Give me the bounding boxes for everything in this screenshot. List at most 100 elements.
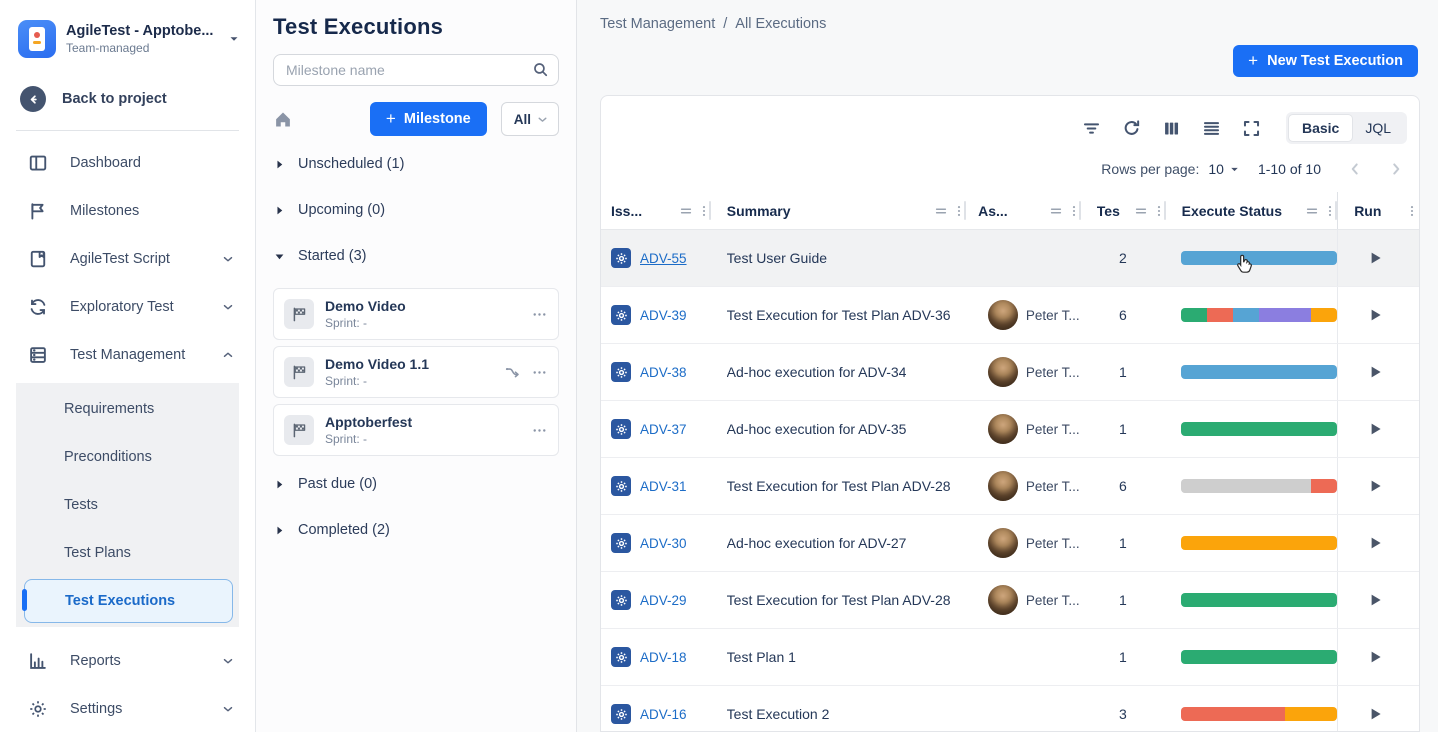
- branch-icon[interactable]: [504, 364, 521, 381]
- sidebar-item-agiletest-script[interactable]: AgileTest Script: [0, 235, 255, 283]
- home-icon[interactable]: [273, 109, 293, 129]
- issue-key-link[interactable]: ADV-29: [640, 593, 687, 608]
- previous-page-icon[interactable]: [1346, 160, 1364, 178]
- column-menu-icon[interactable]: [1067, 204, 1081, 218]
- milestone-card[interactable]: ApptoberfestSprint: -: [273, 404, 559, 456]
- breadcrumb-test-management[interactable]: Test Management: [600, 16, 715, 32]
- column-menu-icon[interactable]: [1323, 204, 1337, 218]
- table-row[interactable]: ADV-38Ad-hoc execution for ADV-34Peter T…: [601, 344, 1419, 401]
- column-filter-icon[interactable]: [934, 204, 948, 218]
- dashboard-icon: [28, 153, 48, 173]
- table-row[interactable]: ADV-16Test Execution 23: [601, 686, 1419, 732]
- column-menu-icon[interactable]: [952, 204, 966, 218]
- sidebar-item-test-executions[interactable]: Test Executions: [16, 577, 239, 625]
- refresh-icon[interactable]: [1122, 119, 1141, 138]
- milestone-card[interactable]: Demo VideoSprint: -: [273, 288, 559, 340]
- column-filter-icon[interactable]: [1134, 204, 1148, 218]
- page-size-dropdown[interactable]: 10: [1208, 161, 1241, 177]
- sidebar-item-milestones[interactable]: Milestones: [0, 187, 255, 235]
- sidebar-item-label: Settings: [70, 701, 221, 717]
- sidebar-item-preconditions[interactable]: Preconditions: [16, 433, 239, 481]
- issue-key-link[interactable]: ADV-39: [640, 308, 687, 323]
- column-filter-icon[interactable]: [1305, 204, 1319, 218]
- view-mode-basic[interactable]: Basic: [1289, 115, 1352, 141]
- run-play-button[interactable]: [1366, 363, 1384, 381]
- column-header-run[interactable]: Run: [1337, 192, 1419, 229]
- view-mode-jql[interactable]: JQL: [1352, 115, 1404, 141]
- issue-key-link[interactable]: ADV-18: [640, 650, 687, 665]
- sidebar-item-dashboard[interactable]: Dashboard: [0, 139, 255, 187]
- column-filter-icon[interactable]: [679, 204, 693, 218]
- filter-icon[interactable]: [1082, 119, 1101, 138]
- column-header-executestatus[interactable]: Execute Status: [1166, 192, 1338, 229]
- run-play-button[interactable]: [1366, 705, 1384, 723]
- column-menu-icon[interactable]: [1405, 204, 1419, 218]
- run-play-button[interactable]: [1366, 420, 1384, 438]
- milestone-search-input[interactable]: [273, 54, 559, 86]
- sidebar-item-reports[interactable]: Reports: [0, 637, 255, 685]
- more-actions-icon[interactable]: [531, 422, 548, 439]
- column-header-summary[interactable]: Summary: [711, 192, 966, 229]
- issue-key-link[interactable]: ADV-38: [640, 365, 687, 380]
- run-play-button[interactable]: [1366, 249, 1384, 267]
- column-filter-icon[interactable]: [1049, 204, 1063, 218]
- run-play-button[interactable]: [1366, 648, 1384, 666]
- row-density-icon[interactable]: [1202, 119, 1221, 138]
- more-actions-icon[interactable]: [531, 306, 548, 323]
- assignee-name: Peter T...: [1026, 365, 1080, 380]
- sidebar-item-exploratory-test[interactable]: Exploratory Test: [0, 283, 255, 331]
- checkered-flag-icon: [284, 299, 314, 329]
- test-execution-type-icon: [611, 476, 631, 496]
- column-menu-icon[interactable]: [1152, 204, 1166, 218]
- column-header-as[interactable]: As...: [966, 192, 1081, 229]
- run-play-button[interactable]: [1366, 534, 1384, 552]
- back-to-project-button[interactable]: Back to project: [0, 72, 255, 128]
- run-play-button[interactable]: [1366, 591, 1384, 609]
- sidebar-item-tests[interactable]: Tests: [16, 481, 239, 529]
- run-play-button[interactable]: [1366, 306, 1384, 324]
- issue-key-link[interactable]: ADV-16: [640, 707, 687, 722]
- column-header-iss[interactable]: Iss...: [601, 192, 711, 229]
- column-header-tes[interactable]: Tes: [1081, 192, 1166, 229]
- milestone-group-past[interactable]: Past due (0): [273, 470, 559, 498]
- table-row[interactable]: ADV-31Test Execution for Test Plan ADV-2…: [601, 458, 1419, 515]
- more-actions-icon[interactable]: [531, 364, 548, 381]
- milestone-group-completed[interactable]: Completed (2): [273, 516, 559, 544]
- search-icon[interactable]: [532, 61, 549, 78]
- new-test-execution-button[interactable]: + New Test Execution: [1233, 45, 1418, 77]
- run-play-button[interactable]: [1366, 477, 1384, 495]
- table-row[interactable]: ADV-30Ad-hoc execution for ADV-27Peter T…: [601, 515, 1419, 572]
- checkered-flag-glyph: [291, 364, 308, 381]
- status-segment-blue: [1181, 251, 1337, 265]
- column-menu-icon[interactable]: [697, 204, 711, 218]
- issue-key-link[interactable]: ADV-31: [640, 479, 687, 494]
- milestone-filter-dropdown[interactable]: All: [501, 102, 559, 136]
- table-row[interactable]: ADV-39Test Execution for Test Plan ADV-3…: [601, 287, 1419, 344]
- add-milestone-button[interactable]: + Milestone: [370, 102, 487, 136]
- gear-icon: [615, 594, 628, 607]
- fullscreen-icon[interactable]: [1242, 119, 1261, 138]
- issue-key-link[interactable]: ADV-55: [640, 251, 687, 266]
- next-page-icon[interactable]: [1387, 160, 1405, 178]
- milestone-group-unscheduled[interactable]: Unscheduled (1): [273, 150, 559, 178]
- issue-key-link[interactable]: ADV-30: [640, 536, 687, 551]
- sidebar-item-test-plans[interactable]: Test Plans: [16, 529, 239, 577]
- issue-key-link[interactable]: ADV-37: [640, 422, 687, 437]
- columns-icon[interactable]: [1162, 119, 1181, 138]
- test-execution-type-icon: [611, 647, 631, 667]
- table-row[interactable]: ADV-55Test User Guide2: [601, 230, 1419, 287]
- project-switcher[interactable]: AgileTest - Apptobe... Team-managed: [0, 0, 255, 72]
- milestone-group-started[interactable]: Started (3): [273, 242, 559, 270]
- table-row[interactable]: ADV-29Test Execution for Test Plan ADV-2…: [601, 572, 1419, 629]
- sidebar-item-requirements[interactable]: Requirements: [16, 385, 239, 433]
- sidebar-item-test-management[interactable]: Test Management: [0, 331, 255, 379]
- column-label: Summary: [727, 203, 930, 219]
- assignee-name: Peter T...: [1026, 593, 1080, 608]
- table-row[interactable]: ADV-18Test Plan 11: [601, 629, 1419, 686]
- sidebar-item-settings[interactable]: Settings: [0, 685, 255, 732]
- table-row[interactable]: ADV-37Ad-hoc execution for ADV-35Peter T…: [601, 401, 1419, 458]
- test-execution-type-icon: [611, 419, 631, 439]
- milestone-card[interactable]: Demo Video 1.1Sprint: -: [273, 346, 559, 398]
- milestone-group-upcoming[interactable]: Upcoming (0): [273, 196, 559, 224]
- breadcrumb-all-executions[interactable]: All Executions: [735, 16, 826, 32]
